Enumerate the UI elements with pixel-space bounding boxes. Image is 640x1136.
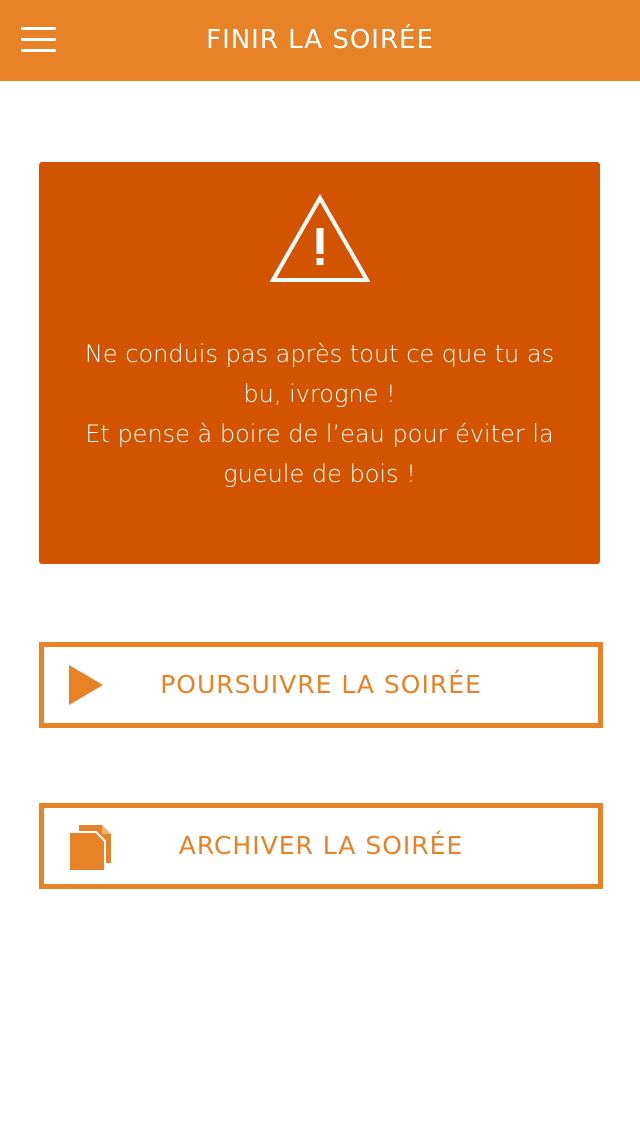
warning-line-2: bu, ivrogne ! xyxy=(243,380,396,408)
warning-line-1: Ne conduis pas après tout ce que tu as xyxy=(84,340,555,368)
continue-evening-button[interactable]: POURSUIVRE LA SOIRÉE xyxy=(39,642,603,728)
warning-triangle-icon xyxy=(269,194,371,282)
page-title: FINIR LA SOIRÉE xyxy=(206,25,434,55)
continue-evening-label: POURSUIVRE LA SOIRÉE xyxy=(160,670,482,699)
warning-message: Ne conduis pas après tout ce que tu as b… xyxy=(69,334,570,494)
top-app-bar: FINIR LA SOIRÉE xyxy=(0,0,640,81)
archive-evening-button[interactable]: ARCHIVER LA SOIRÉE xyxy=(39,803,603,889)
warning-card: Ne conduis pas après tout ce que tu as b… xyxy=(39,162,600,564)
warning-line-4: gueule de bois ! xyxy=(223,460,416,488)
archive-evening-label: ARCHIVER LA SOIRÉE xyxy=(178,831,464,860)
warning-line-3: Et pense à boire de l’eau pour éviter la xyxy=(85,420,554,448)
